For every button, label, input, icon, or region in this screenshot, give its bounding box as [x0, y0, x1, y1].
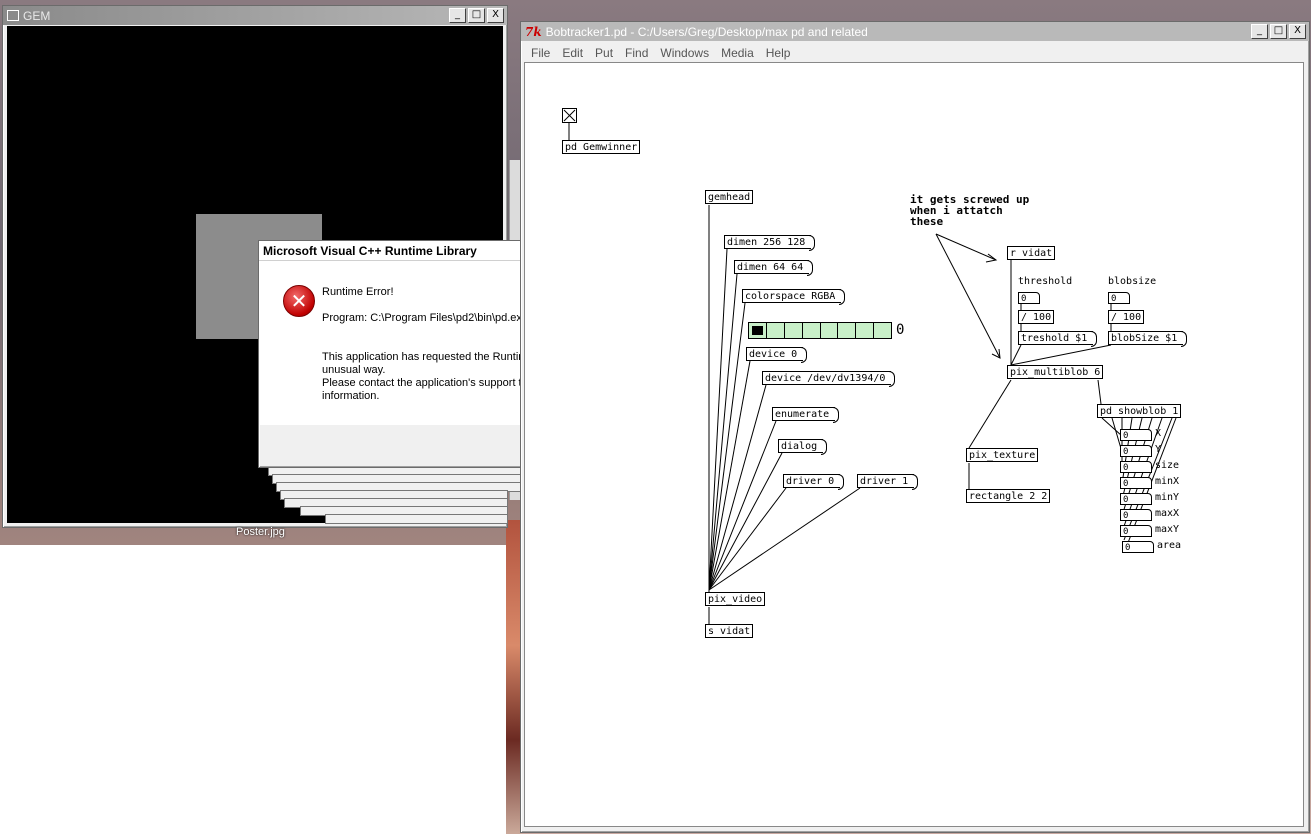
radio-cell[interactable] — [874, 323, 891, 338]
message-colorspace[interactable]: colorspace RGBA — [742, 289, 846, 305]
message-dialog[interactable]: dialog — [778, 439, 828, 455]
message-treshold[interactable]: treshold $1 — [1018, 331, 1098, 347]
number-blob-y[interactable]: 0 — [1120, 445, 1152, 457]
label-blob-maxx: maxX — [1155, 508, 1180, 519]
number-blob-maxx[interactable]: 0 — [1120, 509, 1152, 521]
number-blob-area[interactable]: 0 — [1122, 541, 1154, 553]
object-pix-texture[interactable]: pix_texture — [966, 448, 1039, 462]
radio-cell[interactable] — [766, 323, 785, 338]
label-blob-maxy: maxY — [1155, 524, 1180, 535]
label-blob-miny: minY — [1155, 492, 1180, 503]
message-enumerate[interactable]: enumerate — [772, 407, 840, 423]
hradio-selector[interactable] — [748, 322, 892, 339]
radio-value-label: 0 — [896, 322, 905, 338]
object-s-vidat[interactable]: s vidat — [705, 624, 754, 638]
number-blob-x[interactable]: 0 — [1120, 429, 1152, 441]
label-blob-y: Y — [1155, 444, 1162, 455]
label-blob-x: X — [1155, 428, 1162, 439]
radio-cell[interactable] — [784, 323, 803, 338]
number-blob-size[interactable]: 0 — [1120, 461, 1152, 473]
blobsize-label: blobsize — [1108, 276, 1157, 287]
label-blob-size: size — [1155, 460, 1180, 471]
toggle-x-icon — [563, 109, 576, 122]
patch-comment: it gets screwed up when i attatch these — [910, 193, 1030, 228]
label-blob-minx: minX — [1155, 476, 1180, 487]
message-dimen-64[interactable]: dimen 64 64 — [734, 260, 814, 276]
message-device-dv[interactable]: device /dev/dv1394/0 — [762, 371, 896, 387]
message-blobsize[interactable]: blobSize $1 — [1108, 331, 1188, 347]
label-blob-area: area — [1157, 540, 1182, 551]
object-pd-gemwinner[interactable]: pd Gemwinner — [562, 140, 641, 154]
number-blob-miny[interactable]: 0 — [1120, 493, 1152, 505]
message-device-0[interactable]: device 0 — [746, 347, 808, 363]
radio-cell[interactable] — [820, 323, 839, 338]
message-dimen-256[interactable]: dimen 256 128 — [724, 235, 816, 251]
object-div-100[interactable]: / 100 — [1018, 310, 1055, 324]
number-blob-maxy[interactable]: 0 — [1120, 525, 1152, 537]
threshold-label: threshold — [1018, 276, 1073, 287]
object-div-100[interactable]: / 100 — [1108, 310, 1145, 324]
number-blobsize[interactable]: 0 — [1108, 292, 1130, 304]
object-rectangle[interactable]: rectangle 2 2 — [966, 489, 1051, 503]
message-driver-0[interactable]: driver 0 — [783, 474, 845, 490]
object-r-vidat[interactable]: r vidat — [1007, 246, 1056, 260]
message-driver-1[interactable]: driver 1 — [857, 474, 919, 490]
radio-cell[interactable] — [749, 323, 767, 338]
gem-toggle[interactable] — [562, 108, 577, 123]
object-pd-showblob[interactable]: pd showblob 1 — [1097, 404, 1182, 418]
radio-cell[interactable] — [856, 323, 875, 338]
number-blob-minx[interactable]: 0 — [1120, 477, 1152, 489]
object-pix-multiblob[interactable]: pix_multiblob 6 — [1007, 365, 1104, 379]
object-pix-video[interactable]: pix_video — [705, 592, 766, 606]
object-gemhead[interactable]: gemhead — [705, 190, 754, 204]
number-threshold[interactable]: 0 — [1018, 292, 1040, 304]
radio-cell[interactable] — [802, 323, 821, 338]
radio-cell[interactable] — [838, 323, 857, 338]
